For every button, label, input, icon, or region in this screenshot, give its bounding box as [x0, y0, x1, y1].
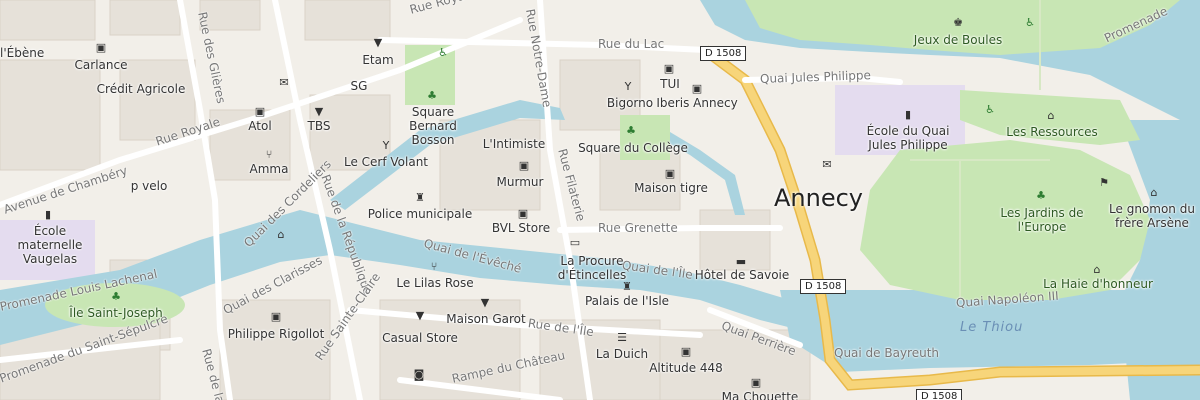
place-label: Le Cerf Volant: [343, 155, 429, 169]
place-label: Île Saint-Joseph: [69, 306, 163, 320]
school-icon[interactable]: ▮: [901, 108, 915, 122]
monument-icon[interactable]: ⌂: [274, 228, 288, 242]
place-label: l'Ébène: [0, 46, 45, 60]
place-label: Les Jardins de l'Europe: [1000, 206, 1084, 234]
school-icon[interactable]: ▮: [41, 208, 55, 222]
place-label: Casual Store: [382, 331, 458, 345]
post-office-icon[interactable]: ✉: [820, 158, 834, 172]
tree-icon[interactable]: ♣: [1034, 189, 1048, 203]
police-icon[interactable]: ♜: [413, 191, 427, 205]
place-label: Ma Chouette: [721, 390, 799, 400]
building-icon[interactable]: ⌂: [1044, 109, 1058, 123]
place-label: École du Quai Jules Philippe: [866, 124, 950, 152]
restaurant-icon[interactable]: ⑂: [262, 148, 276, 162]
street-label: Rue Grenette: [598, 221, 678, 235]
place-label: École maternelle Vaugelas: [17, 224, 83, 266]
place-label: Altitude 448: [649, 361, 723, 375]
shopping-bag-icon[interactable]: ▣: [516, 207, 530, 221]
place-label: Square du Collège: [578, 141, 688, 155]
bank-icon[interactable]: ✉: [277, 76, 291, 90]
bar-icon[interactable]: Y: [621, 80, 635, 94]
place-label: TBS: [307, 119, 331, 133]
monument-icon[interactable]: ⌂: [1090, 263, 1104, 277]
street-label: Rue du Lac: [598, 37, 665, 51]
flag-icon[interactable]: ⚑: [1097, 176, 1111, 190]
route-shield: D 1508: [916, 389, 963, 400]
place-label: Les Ressources: [1006, 125, 1098, 139]
shopping-bag-icon[interactable]: ▣: [662, 62, 676, 76]
place-label: Amma: [249, 162, 289, 176]
monument-icon[interactable]: ⌂: [1147, 186, 1161, 200]
place-label: p velo: [130, 179, 168, 193]
place-label: Maison tigre: [634, 181, 708, 195]
shopping-bag-icon[interactable]: ▣: [679, 345, 693, 359]
tree-icon[interactable]: ♣: [624, 124, 638, 138]
place-label: Maison Garot: [446, 312, 526, 326]
place-label: Carlance: [74, 58, 128, 72]
water-label: Le Thiou: [960, 320, 1024, 335]
map-canvas[interactable]: Annecy Le Thiou D 1508 D 1508 D 1508 Rue…: [0, 0, 1200, 400]
place-label: BVL Store: [491, 221, 551, 235]
place-label: Crédit Agricole: [96, 82, 186, 96]
place-label: Palais de l'Isle: [584, 294, 670, 308]
clothes-icon[interactable]: ▼: [413, 309, 427, 323]
place-label: Atol: [248, 119, 272, 133]
shopping-bag-icon[interactable]: ▣: [749, 376, 763, 390]
restaurant-icon[interactable]: ⑂: [427, 260, 441, 274]
street-label: Quai de Bayreuth: [834, 346, 940, 360]
place-label: Bigorno: [606, 96, 654, 110]
shopping-bag-icon[interactable]: ▣: [253, 105, 267, 119]
tree-icon[interactable]: ♣: [425, 89, 439, 103]
route-shield: D 1508: [700, 46, 747, 61]
place-label: SG: [350, 79, 368, 93]
place-label: L'Intimiste: [482, 137, 546, 151]
map-base-layer: [0, 0, 1200, 400]
sport-icon[interactable]: ♿: [983, 103, 997, 117]
place-label: Iberis Annecy: [656, 96, 738, 110]
clothes-icon[interactable]: ▼: [312, 105, 326, 119]
sport-icon[interactable]: ♚: [951, 16, 965, 30]
sport-icon[interactable]: ♿: [1023, 16, 1037, 30]
place-label: Police municipale: [367, 207, 473, 221]
shopping-bag-icon[interactable]: ▣: [269, 310, 283, 324]
place-label: La Procure d'Étincelles: [557, 254, 627, 282]
place-label: La Haie d'honneur: [1043, 277, 1153, 291]
place-label: Le Lilas Rose: [396, 276, 474, 290]
shopping-bag-icon[interactable]: ▣: [663, 167, 677, 181]
cafe-icon[interactable]: ☰: [615, 331, 629, 345]
place-label: La Duich: [595, 347, 649, 361]
clothes-icon[interactable]: ▼: [371, 36, 385, 50]
hotel-icon[interactable]: ▬: [734, 255, 748, 269]
city-label: Annecy: [774, 184, 864, 212]
place-label: Hôtel de Savoie: [694, 268, 790, 282]
book-icon[interactable]: ▭: [568, 236, 582, 250]
place-label: Murmur: [496, 175, 544, 189]
place-label: Philippe Rigollot: [227, 327, 325, 341]
shopping-bag-icon[interactable]: ▣: [94, 41, 108, 55]
clothes-icon[interactable]: ▼: [478, 296, 492, 310]
castle-icon[interactable]: ♜: [620, 280, 634, 294]
tree-icon[interactable]: ♣: [109, 290, 123, 304]
place-label: Etam: [362, 53, 394, 67]
shopping-bag-icon[interactable]: ▣: [690, 82, 704, 96]
place-label: Square Bernard Bosson: [409, 105, 457, 147]
place-label: Le gnomon du frère Arsène: [1109, 202, 1195, 230]
camera-icon[interactable]: ◙: [412, 368, 426, 382]
place-label: Jeux de Boules: [913, 33, 1003, 47]
route-shield: D 1508: [800, 279, 847, 294]
sport-icon[interactable]: ♿: [436, 46, 450, 60]
shopping-bag-icon[interactable]: ▣: [517, 159, 531, 173]
place-label: TUI: [660, 77, 680, 91]
